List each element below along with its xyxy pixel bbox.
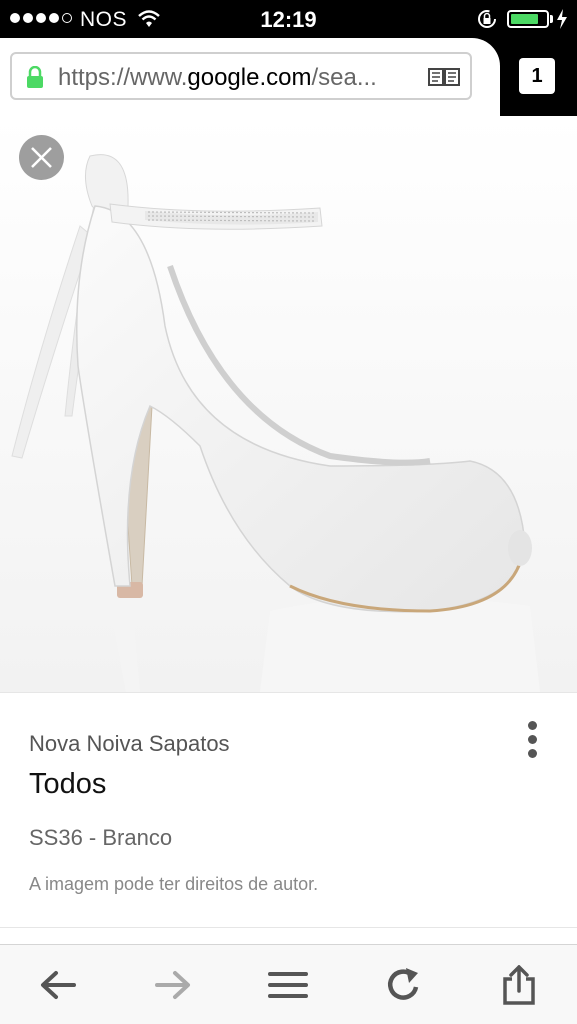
more-options-icon[interactable]	[517, 719, 547, 761]
close-icon	[31, 147, 52, 168]
image-result-card[interactable]: Nova Noiva Sapatos Todos SS36 - Branco A…	[0, 692, 577, 928]
reader-mode-icon[interactable]	[428, 67, 460, 92]
battery-level	[511, 14, 538, 24]
lock-icon	[26, 65, 44, 93]
status-bar: NOS 12:19	[0, 0, 577, 38]
rotation-lock-icon	[476, 8, 498, 35]
battery-icon	[507, 10, 549, 28]
back-arrow-icon[interactable]	[38, 965, 78, 1005]
shoe-image	[0, 116, 577, 692]
source-site[interactable]: Nova Noiva Sapatos	[29, 731, 230, 757]
url-prefix: https://www.	[58, 64, 188, 91]
charging-icon	[556, 9, 568, 34]
bottom-toolbar	[0, 944, 577, 1024]
url-suffix: /sea...	[311, 64, 377, 91]
reload-icon[interactable]	[384, 965, 424, 1005]
address-bar[interactable]: https://www.google.com/sea...	[10, 52, 472, 100]
image-title[interactable]: Todos	[29, 768, 106, 801]
image-viewer[interactable]	[0, 116, 577, 692]
image-subtitle: SS36 - Branco	[29, 825, 173, 850]
forward-arrow-icon[interactable]	[153, 965, 193, 1005]
copyright-notice: A imagem pode ter direitos de autor.	[29, 874, 319, 894]
tab-switcher-button[interactable]: 1	[519, 58, 555, 94]
battery-tip	[550, 15, 553, 23]
url-text[interactable]: https://www.google.com/sea...	[58, 64, 418, 92]
menu-icon[interactable]	[268, 965, 308, 1005]
url-domain: google.com	[187, 64, 312, 91]
browser-header: https://www.google.com/sea...	[0, 38, 577, 116]
close-button[interactable]	[19, 135, 64, 180]
share-icon[interactable]	[499, 964, 539, 1005]
address-bar-area: https://www.google.com/sea...	[0, 38, 500, 116]
